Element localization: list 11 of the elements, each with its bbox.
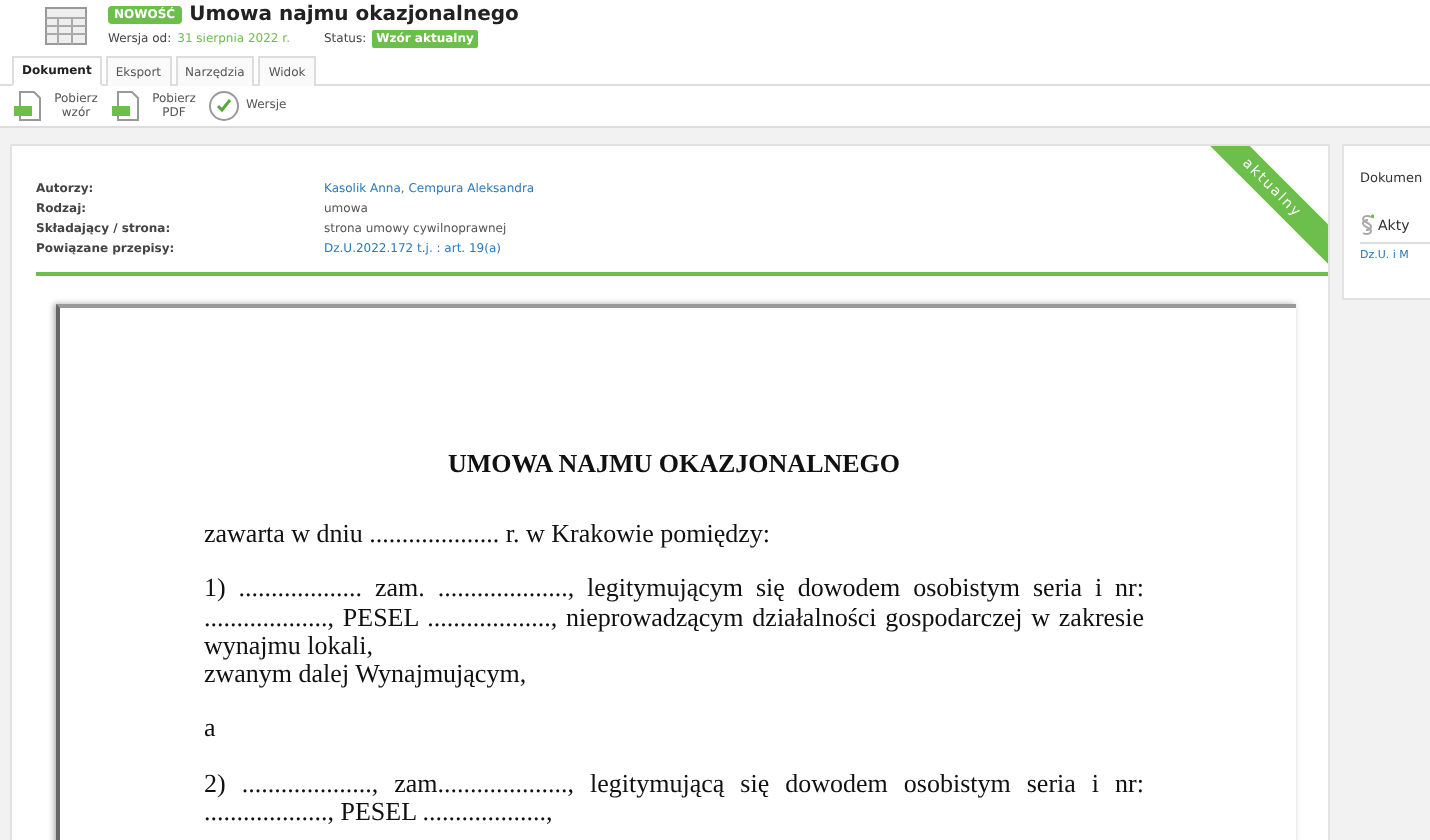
document-paragraph: zwanym dalej Wynajmującym, [204, 660, 529, 689]
document-paragraph: zawarta w dniu .................... r. w Krakowie pomiędzy: [204, 520, 773, 549]
document-paragraph: 2) ...................., zam...................., legitymującą się dowodem osobistym seria i nr: ..................., PESEL ..................., [204, 769, 1144, 827]
section-sign-icon [1360, 214, 1374, 236]
document-title: Umowa najmu okazjonalnego [189, 4, 519, 26]
file-icon [12, 90, 44, 122]
document-heading: UMOWA NAJMU OKAZJONALNEGO [445, 448, 903, 480]
check-circle-icon [208, 90, 240, 122]
spreadsheet-icon [44, 6, 88, 46]
file-icon [110, 90, 142, 122]
document-paragraph: a [204, 714, 218, 744]
